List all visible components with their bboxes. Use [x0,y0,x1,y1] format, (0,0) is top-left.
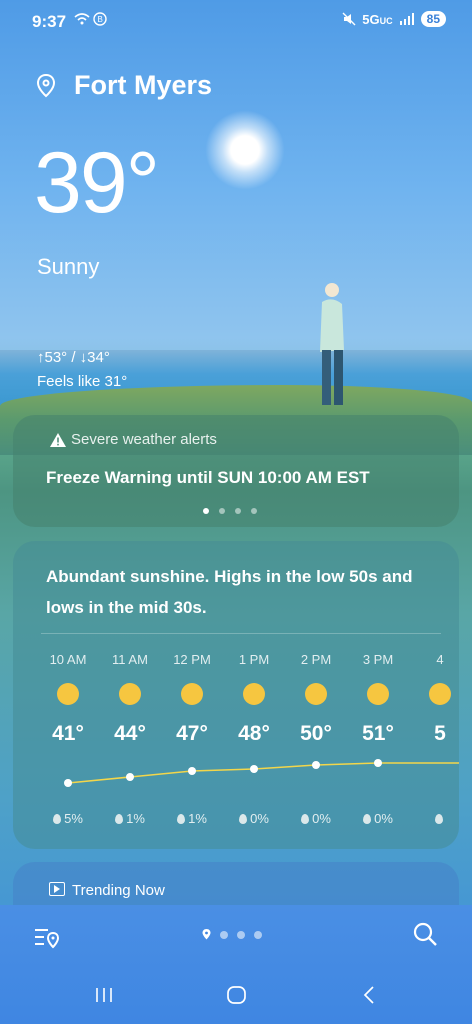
hour-precipitation [409,811,459,826]
status-icons: B [74,12,108,29]
home-icon[interactable] [226,985,248,1005]
temperature-point [312,761,320,769]
temperature-point [126,773,134,781]
temperature-trend-line [67,762,459,784]
alert-title: Severe weather alerts [71,431,217,448]
temperature-point [188,767,196,775]
manage-locations-icon[interactable] [34,927,60,949]
location-pin-icon [36,73,56,97]
sun-icon [181,683,203,705]
sun-icon [243,683,265,705]
warning-icon [50,433,66,447]
current-condition: Sunny [37,254,100,279]
location-page-indicator [202,929,262,940]
wifi-icon: B [74,12,107,26]
system-navigation-bar [0,985,472,1015]
temperature-graph [64,759,459,787]
hour-label: 12 PM [173,652,211,667]
trending-label: Trending Now [72,882,165,899]
hour-precipitation: 1% [161,811,223,826]
location-header[interactable]: Fort Myers [36,70,212,101]
network-label: 5GUC [362,11,393,27]
signal-icon [399,13,414,25]
mute-icon [342,12,356,26]
hour-precipitation: 5% [37,811,99,826]
hour-label: 2 PM [300,652,332,667]
hour-precipitation: 0% [223,811,285,826]
page-dot [220,930,228,939]
temperature-point [374,759,382,767]
raindrop-icon [301,814,310,824]
page-dot [251,508,257,514]
sun-icon [57,683,79,705]
hour-label: 11 AM [112,652,148,667]
person-illustration [320,283,344,405]
feels-like: Feels like 31° [37,373,128,390]
hourly-forecast-list[interactable]: 10 AM 41° 5% 11 AM 44° 1% 12 PM 47° 1% 1 PM 48° 0% 2… [13,541,459,849]
weather-alert-card[interactable]: Severe weather alerts Freeze Warning unt… [13,415,459,527]
hourly-forecast-card[interactable]: Abundant sunshine. Highs in the low 50s … [13,541,459,849]
temperature-point [64,779,72,787]
status-time: 9:37 [32,12,67,31]
svg-text:B: B [98,15,103,24]
hour-precipitation: 0% [285,811,347,826]
raindrop-icon [115,814,124,824]
temperature-point [250,765,258,773]
hour-label: 10 AM [49,652,87,667]
raindrop-icon [363,814,372,824]
high-low-temperature: ↑53° / ↓34° [37,349,110,366]
raindrop-icon [53,814,62,824]
battery-indicator: 85 [420,11,446,27]
back-icon[interactable] [360,985,382,1005]
play-icon [49,882,65,896]
alert-page-indicator [203,508,257,514]
page-dot [203,508,209,514]
location-name: Fort Myers [74,70,213,100]
status-right: 5GUC 85 [342,11,446,27]
raindrop-icon [177,814,186,824]
alert-text: Freeze Warning until SUN 10:00 AM EST [46,468,370,487]
search-icon[interactable] [412,921,438,947]
current-temperature: 39° [34,135,160,231]
page-dot [254,930,262,939]
hour-label: 4 [436,652,444,667]
bottom-bar [0,905,472,1024]
hour-label: 1 PM [238,652,270,667]
sun-icon [305,683,327,705]
page-dot [237,930,245,939]
recent-apps-icon[interactable] [93,985,115,1005]
sun-illustration [205,110,285,190]
sun-icon [119,683,141,705]
page-dot [235,508,241,514]
sun-icon [367,683,389,705]
raindrop-icon [434,814,443,824]
hour-precipitation: 1% [99,811,161,826]
hour-label: 3 PM [362,652,394,667]
current-location-dot-icon [202,929,211,940]
raindrop-icon [239,814,248,824]
sun-icon [429,683,451,705]
status-bar: 9:37 B 5GUC 85 [0,0,472,40]
hour-precipitation: 0% [347,811,409,826]
page-dot [219,508,225,514]
